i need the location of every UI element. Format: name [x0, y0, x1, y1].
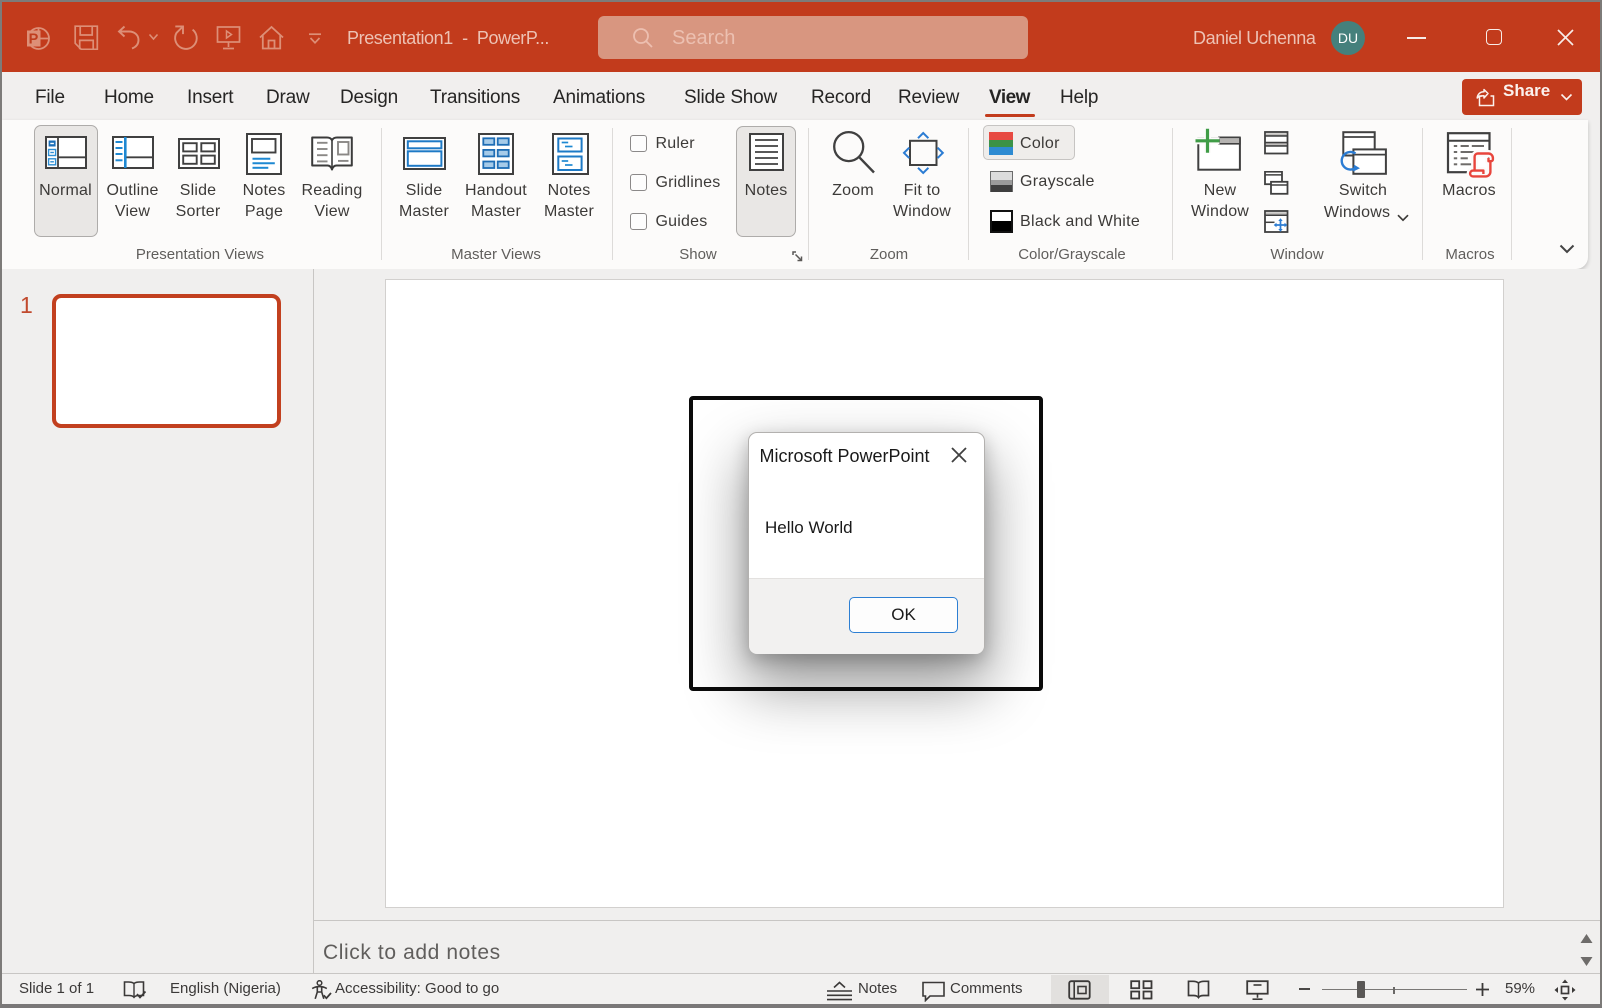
svg-text:P: P [29, 32, 39, 48]
